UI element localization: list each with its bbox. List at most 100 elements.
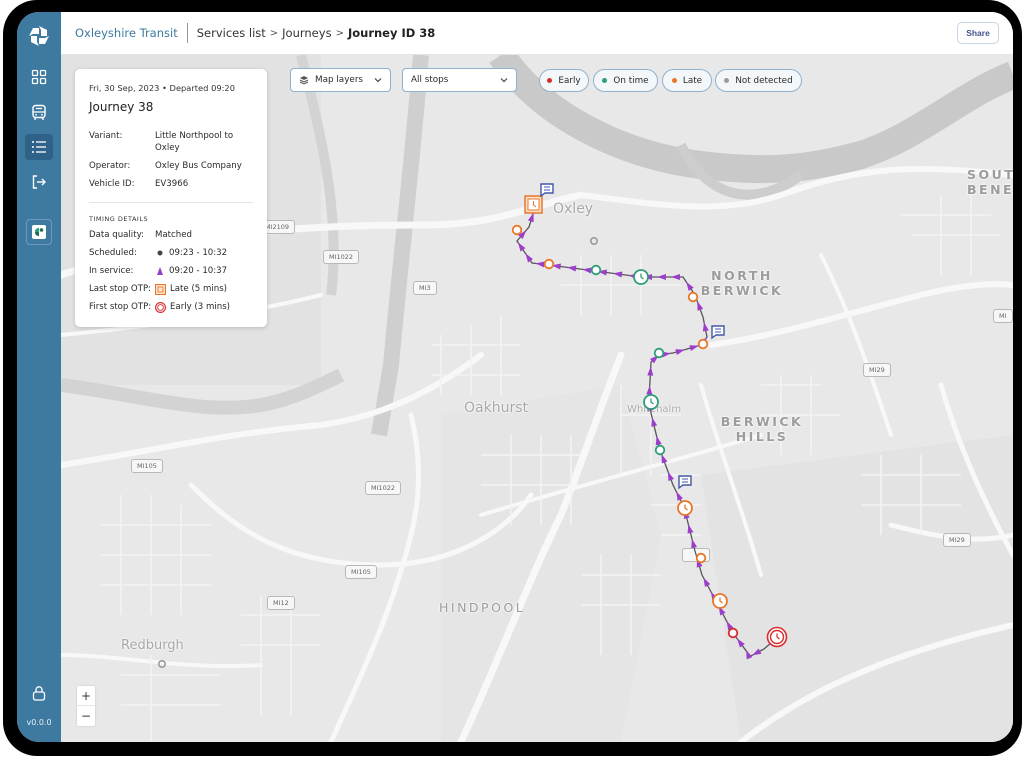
- sidebar-item-vehicles[interactable]: [25, 99, 53, 125]
- detail-row-operator: Operator: Oxley Bus Company: [89, 160, 253, 172]
- map-view[interactable]: Oxley Oakhurst Whitehalm Redburgh NORTH …: [61, 55, 1013, 742]
- journey-info-card: Fri, 30 Sep, 2023 • Departed 09:20 Journ…: [75, 69, 267, 327]
- message-icon[interactable]: [678, 475, 692, 490]
- sidebar-item-services-list[interactable]: [25, 134, 53, 160]
- stop-on-time[interactable]: [590, 264, 602, 276]
- sidebar-item-dashboard[interactable]: [25, 64, 53, 90]
- message-icon[interactable]: [711, 325, 725, 340]
- zoom-out-button[interactable]: −: [77, 706, 95, 726]
- first-stop-early-marker[interactable]: [766, 626, 788, 648]
- vehicle-arrow-icon: [157, 267, 163, 275]
- vehicle-position-arrow: [646, 385, 653, 395]
- legend-chip-late[interactable]: Late: [662, 69, 712, 92]
- bus-icon: [32, 104, 46, 120]
- timing-value: Early (3 mins): [170, 302, 231, 312]
- detail-value: Little Northpool to Oxley: [155, 131, 234, 153]
- vehicle-position-arrow: [655, 435, 662, 446]
- legend-chip-on-time[interactable]: On time: [593, 69, 658, 92]
- top-bar: Oxleyshire Transit Services list > Journ…: [61, 12, 1013, 55]
- stop-late[interactable]: [687, 291, 699, 303]
- brand-divider: [186, 23, 188, 43]
- legend-chip-not-detected[interactable]: Not detected: [715, 69, 802, 92]
- timing-value: Matched: [155, 230, 192, 240]
- timing-row-scheduled: Scheduled: 09:23 - 10:32: [89, 247, 253, 259]
- stop-late[interactable]: [697, 338, 709, 350]
- vehicle-position-arrow: [676, 491, 683, 501]
- detail-value: EV3966: [155, 179, 189, 189]
- vehicle-position-arrow: [671, 274, 680, 280]
- timing-label: Scheduled:: [89, 248, 137, 258]
- dashboard-grid-icon: [31, 69, 47, 85]
- detail-row-vehicle-id: Vehicle ID: EV3966: [89, 178, 253, 190]
- timing-row-first-stop-otp: First stop OTP: Early (3 mins): [89, 301, 253, 313]
- breadcrumb: Services list > Journeys > Journey ID 38: [197, 26, 436, 40]
- breadcrumb-separator: >: [335, 27, 344, 39]
- stop-on-time[interactable]: [654, 444, 666, 456]
- early-dot-icon: [547, 78, 553, 83]
- timing-label: In service:: [89, 266, 134, 276]
- stop-late[interactable]: [511, 224, 523, 236]
- vehicle-position-arrow: [691, 538, 698, 549]
- vehicle-position-arrow: [657, 274, 666, 280]
- vehicle-position-arrow: [697, 301, 704, 311]
- timing-details-heading: TIMING DETAILS: [89, 215, 149, 223]
- detail-row-variant: Variant: Little Northpool to Oxley: [89, 130, 253, 154]
- app-badge-icon: [32, 225, 46, 239]
- brand-link[interactable]: Oxleyshire Transit: [75, 26, 178, 40]
- lock-button[interactable]: [25, 680, 53, 706]
- journey-date-line: Fri, 30 Sep, 2023 • Departed 09:20: [89, 83, 235, 93]
- stop-late[interactable]: [543, 258, 555, 270]
- stops-filter-select[interactable]: All stops: [402, 68, 517, 92]
- card-divider: [89, 202, 253, 203]
- timing-row-data-quality: Data quality: Matched: [89, 229, 253, 241]
- timing-point-on-time[interactable]: [633, 269, 649, 285]
- breadcrumb-journeys[interactable]: Journeys: [282, 26, 331, 40]
- legend-label: Late: [682, 75, 703, 86]
- timing-label: Last stop OTP:: [89, 284, 152, 294]
- message-icon[interactable]: [540, 183, 554, 198]
- timing-value: 09:23 - 10:32: [169, 248, 228, 258]
- vehicle-position-arrow: [687, 524, 694, 534]
- map-layers-dropdown[interactable]: Map layers: [290, 68, 391, 92]
- legend-label: On time: [613, 75, 649, 86]
- vehicle-position-arrow: [651, 417, 658, 427]
- timing-point-on-time[interactable]: [643, 394, 659, 410]
- vehicle-position-arrow: [746, 649, 753, 660]
- chevron-down-icon: [500, 78, 508, 83]
- sidebar-item-app-badge[interactable]: [26, 219, 52, 245]
- detail-label: Vehicle ID:: [89, 179, 135, 189]
- vehicle-position-arrow: [686, 281, 694, 291]
- legend-chip-early[interactable]: Early: [539, 69, 589, 92]
- stop-on-time[interactable]: [653, 347, 665, 359]
- app-logo-icon: [29, 26, 49, 46]
- logout-icon: [32, 175, 46, 189]
- vehicle-position-arrow: [675, 349, 685, 355]
- zoom-control: + −: [77, 686, 95, 726]
- breadcrumb-services-list[interactable]: Services list: [197, 26, 266, 40]
- vehicle-position-arrow: [702, 322, 709, 332]
- list-icon: [32, 141, 46, 153]
- lock-icon: [32, 686, 46, 701]
- stop-late[interactable]: [695, 552, 707, 564]
- share-button[interactable]: Share: [957, 22, 999, 44]
- sidebar-item-logout[interactable]: [25, 169, 53, 195]
- journey-title: Journey 38: [89, 100, 154, 114]
- timing-value: 09:20 - 10:37: [169, 266, 228, 276]
- late-clock-icon: [155, 283, 166, 295]
- early-clock-icon: [155, 301, 166, 313]
- app-screen: v0.0.0 Oxleyshire Transit Services list …: [17, 12, 1013, 742]
- scheduled-dot-icon: [157, 250, 163, 256]
- last-stop-late-marker[interactable]: [524, 195, 543, 214]
- vehicle-position-arrow: [647, 366, 654, 376]
- timing-point-late[interactable]: [677, 500, 693, 516]
- timing-label: First stop OTP:: [89, 302, 152, 312]
- breadcrumb-current-journey: Journey ID 38: [347, 26, 436, 40]
- chevron-down-icon: [374, 78, 382, 83]
- detail-label: Operator:: [89, 161, 131, 171]
- stop-early[interactable]: [727, 627, 739, 639]
- vehicle-position-arrow: [703, 577, 711, 587]
- zoom-in-button[interactable]: +: [77, 686, 95, 706]
- timing-row-in-service: In service: 09:20 - 10:37: [89, 265, 253, 277]
- timing-point-late[interactable]: [712, 593, 728, 609]
- vehicle-position-arrow: [517, 242, 526, 252]
